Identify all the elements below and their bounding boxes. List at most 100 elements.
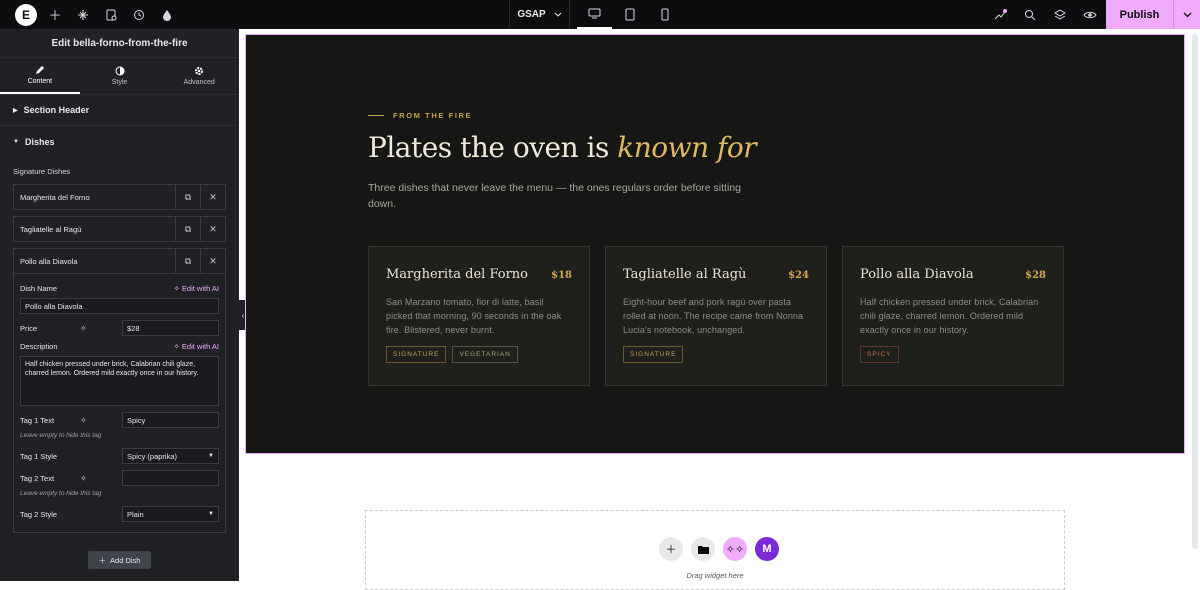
section-headline: Plates the oven is known for (368, 131, 757, 164)
tab-content[interactable]: Content (0, 58, 80, 94)
tag1-text-input[interactable]: Spicy (122, 412, 219, 428)
publish-options-chevron-icon[interactable] (1174, 12, 1200, 18)
edit-with-ai-link[interactable]: Edit with AI (174, 342, 219, 351)
history-icon[interactable] (125, 0, 153, 29)
tab-advanced[interactable]: Advanced (159, 58, 239, 94)
description-label: Description (20, 342, 58, 351)
dishes-section[interactable]: FROM THE FIRE Plates the oven is known f… (245, 34, 1185, 454)
panel-title: Edit bella-forno-from-the-fire (0, 29, 239, 58)
tag-signature: SIGNATURE (386, 346, 447, 363)
duplicate-icon[interactable]: ⧉ (175, 249, 200, 273)
repeater-item[interactable]: Tagliatelle al Ragù ⧉ ✕ (13, 216, 226, 242)
preview-eye-icon[interactable] (1075, 0, 1105, 29)
dish-tags: SIGNATURE VEGETARIAN (386, 346, 572, 363)
dynamic-tags-icon[interactable]: ✧ (80, 324, 122, 333)
dynamic-tags-icon[interactable]: ✧ (80, 474, 122, 483)
section-header-toggle[interactable]: ▶ Section Header (0, 95, 239, 126)
repeater-item[interactable]: Margherita del Forno ⧉ ✕ (13, 184, 226, 210)
description-textarea[interactable]: Half chicken pressed under brick, Calabr… (20, 356, 219, 406)
panel-tabs: Content Style Advanced (0, 58, 239, 95)
right-tools (985, 0, 1105, 29)
dish-card-header: Pollo alla Diavola $28 (860, 267, 1046, 282)
add-section-plus-icon[interactable]: ＋ (659, 537, 683, 561)
tag2-style-row: Tag 2 Style Plain ▼ (20, 506, 219, 522)
dishes-toggle[interactable]: ▼ Dishes (0, 126, 239, 157)
dish-name: Margherita del Forno (386, 267, 528, 282)
tab-content-label: Content (27, 78, 53, 85)
price-label: Price (20, 323, 38, 333)
repeater-item-open[interactable]: Pollo alla Diavola ⧉ ✕ (13, 248, 226, 274)
desktop-icon[interactable] (577, 0, 612, 29)
tag-signature: SIGNATURE (623, 346, 684, 363)
dish-name: Tagliatelle al Ragù (623, 267, 747, 282)
tablet-icon[interactable] (612, 0, 647, 29)
headline-emphasis: known for (617, 131, 757, 164)
caret-down-icon: ▼ (208, 511, 214, 517)
dish-description: Half chicken pressed under brick, Calabr… (860, 297, 1039, 335)
elementor-logo-icon[interactable]: E (15, 3, 37, 26)
mobile-icon[interactable] (647, 0, 682, 29)
notifications-icon[interactable] (985, 0, 1015, 29)
tag1-style-label: Tag 1 Style (20, 451, 58, 461)
tag2-text-input[interactable] (122, 470, 219, 486)
tag1-style-value: Spicy (paprika) (127, 451, 178, 461)
gsap-dropdown[interactable]: GSAP (509, 0, 570, 29)
tag-spicy: SPICY (860, 346, 899, 363)
close-icon[interactable]: ✕ (200, 185, 225, 209)
top-bar: E ＋ GSAP Publish (0, 0, 1200, 29)
section-lede: Three dishes that never leave the menu —… (368, 182, 741, 210)
search-icon[interactable] (1015, 0, 1045, 29)
dishes-label: Dishes (24, 136, 55, 147)
structure-icon[interactable] (69, 0, 97, 29)
tag2-style-select[interactable]: Plain ▼ (122, 506, 219, 522)
drop-zone[interactable]: ＋ ✧ M Drag widget here (365, 510, 1065, 590)
publish-button[interactable]: Publish (1106, 9, 1173, 21)
gear-icon (195, 67, 204, 75)
m-addon-icon[interactable]: M (755, 537, 779, 561)
caret-down-icon: ▼ (208, 453, 214, 459)
tab-style-label: Style (111, 79, 128, 86)
tag1-style-select[interactable]: Spicy (paprika) ▼ (122, 448, 219, 464)
dish-card-header: Tagliatelle al Ragù $24 (623, 267, 809, 282)
caret-down-icon: ▼ (13, 138, 19, 145)
repeater-item-fields: Dish Name Edit with AI Pollo alla Diavol… (13, 274, 226, 533)
eyebrow-line (368, 115, 384, 116)
eyebrow-text: FROM THE FIRE (393, 111, 473, 120)
edit-with-ai-link[interactable]: Edit with AI (174, 284, 219, 293)
device-switcher (577, 0, 682, 29)
repeater-item-title: Pollo alla Diavola (20, 256, 78, 266)
dynamic-tags-icon[interactable]: ✧ (80, 416, 122, 425)
add-dish-button[interactable]: ＋ Add Dish (88, 551, 151, 569)
tab-style[interactable]: Style (80, 58, 160, 94)
close-icon[interactable]: ✕ (200, 217, 225, 241)
dish-name: Pollo alla Diavola (860, 267, 974, 282)
dish-card: Tagliatelle al Ragù $24 Eight-hour beef … (605, 246, 827, 386)
canvas-scrollbar[interactable] (1192, 34, 1198, 549)
layers-icon[interactable] (1045, 0, 1075, 29)
dish-price: $24 (788, 270, 809, 281)
duplicate-icon[interactable]: ⧉ (175, 217, 200, 241)
tag1-style-row: Tag 1 Style Spicy (paprika) ▼ (20, 448, 219, 464)
repeater-item-title: Margherita del Forno (20, 192, 90, 202)
price-row: Price ✧ $28 (20, 320, 219, 336)
add-element-icon[interactable]: ＋ (41, 0, 69, 29)
page-settings-icon[interactable] (97, 0, 125, 29)
repeater-item-title: Tagliatelle al Ragù (20, 224, 82, 234)
contrast-icon (115, 66, 124, 76)
pencil-icon (35, 66, 44, 74)
tag1-hint: Leave empty to hide this tag (20, 432, 102, 439)
theme-drop-icon[interactable] (153, 0, 181, 29)
dish-card: Pollo alla Diavola $28 Half chicken pres… (842, 246, 1064, 386)
tag2-hint: Leave empty to hide this tag (20, 490, 102, 497)
dish-name-row: Dish Name Edit with AI (20, 282, 219, 295)
price-input[interactable]: $28 (122, 320, 219, 336)
publish-button-group: Publish (1106, 0, 1200, 29)
close-icon[interactable]: ✕ (200, 249, 225, 273)
chevron-down-icon (554, 9, 562, 20)
template-folder-icon[interactable] (691, 537, 715, 561)
ai-sparkle-icon[interactable]: ✧ (723, 537, 747, 561)
dish-name-input[interactable]: Pollo alla Diavola (20, 298, 219, 314)
headline-start: Plates the oven is (368, 131, 618, 164)
dish-tags: SPICY (860, 346, 1046, 363)
duplicate-icon[interactable]: ⧉ (175, 185, 200, 209)
